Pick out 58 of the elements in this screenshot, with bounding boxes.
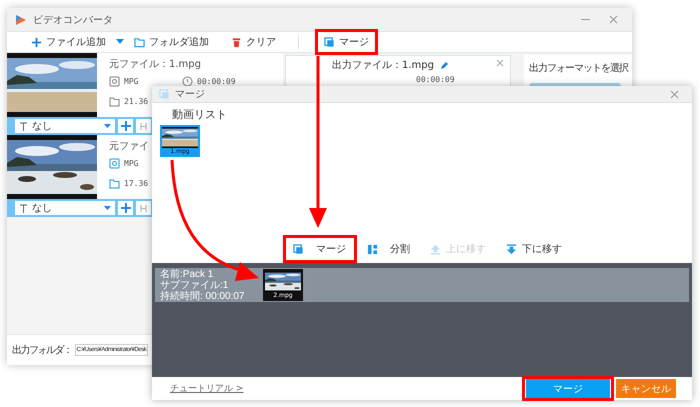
minimize-icon <box>580 18 590 20</box>
dialog-title: マージ <box>175 88 205 101</box>
merge-icon <box>293 244 304 254</box>
plus-icon <box>120 203 130 213</box>
format-panel-title: 出力フォーマットを選択 <box>529 62 628 75</box>
file-size-label: 21.36 <box>124 97 148 106</box>
add-subtitle-button[interactable] <box>118 201 133 215</box>
caret-icon <box>104 206 111 210</box>
letter-h-icon <box>138 121 148 131</box>
download-arrow-icon <box>506 244 517 254</box>
toolbar-button[interactable]: ファイル追加 <box>31 35 106 49</box>
toolbar-button[interactable]: マージ <box>324 35 369 49</box>
subtitle-dropdown[interactable]: なし <box>15 119 115 133</box>
video-list-title: 動画リスト <box>171 107 228 122</box>
video-format-icon <box>109 76 120 87</box>
clock-icon <box>182 76 193 87</box>
letter-h-icon <box>138 203 148 213</box>
trash-icon <box>231 36 242 48</box>
pack-name: 名前:Pack 1 <box>160 268 214 280</box>
close-icon <box>496 59 504 67</box>
format-label: MPG <box>124 77 140 86</box>
split-icon <box>367 244 378 254</box>
output-folder-label: 出力フォルダ： <box>12 344 72 357</box>
subfile-count: サブファイル:1 <box>160 280 228 290</box>
add-subtitle-button[interactable] <box>118 119 133 133</box>
close-icon <box>670 90 678 98</box>
action-button[interactable]: 分割 <box>367 242 410 256</box>
text-icon <box>19 204 28 212</box>
close-icon <box>608 15 618 24</box>
toolbar-button[interactable]: クリア <box>231 35 276 49</box>
merge-icon <box>324 36 335 48</box>
file-size-label: 17.36 <box>124 179 148 188</box>
action-button[interactable]: 下に移す <box>506 242 562 256</box>
plus-icon <box>31 36 42 48</box>
toolbar-button[interactable]: フォルダ追加 <box>134 35 209 49</box>
text-icon <box>19 122 28 130</box>
duration-label: 00:00:09 <box>197 77 236 86</box>
source-file-label: 元ファイル：1.mpg <box>109 58 202 71</box>
duration-label: 00:00:09 <box>415 75 456 84</box>
output-file-label: 出力ファイル：1.mpg <box>332 58 434 72</box>
plus-icon <box>120 121 130 131</box>
folder-icon <box>109 178 120 189</box>
caret-icon[interactable] <box>116 39 124 45</box>
upload-arrow-icon <box>430 244 441 254</box>
logo-icon <box>15 14 27 26</box>
video-format-icon <box>109 158 120 169</box>
close-button[interactable] <box>496 59 504 67</box>
pack-duration: 持続時間: 00:00:07 <box>160 290 244 302</box>
tutorial-link[interactable]: チュートリアル > <box>170 382 244 395</box>
format-label: MPG <box>124 159 140 168</box>
folder-icon <box>109 96 120 107</box>
window-title: ビデオコンバータ <box>33 14 113 26</box>
folder-icon <box>134 36 145 48</box>
merge-icon <box>159 88 170 100</box>
action-button[interactable]: マージ <box>293 242 346 256</box>
subtitle-dropdown[interactable]: なし <box>15 201 115 215</box>
caret-icon <box>104 124 111 128</box>
pencil-icon[interactable] <box>440 60 449 70</box>
